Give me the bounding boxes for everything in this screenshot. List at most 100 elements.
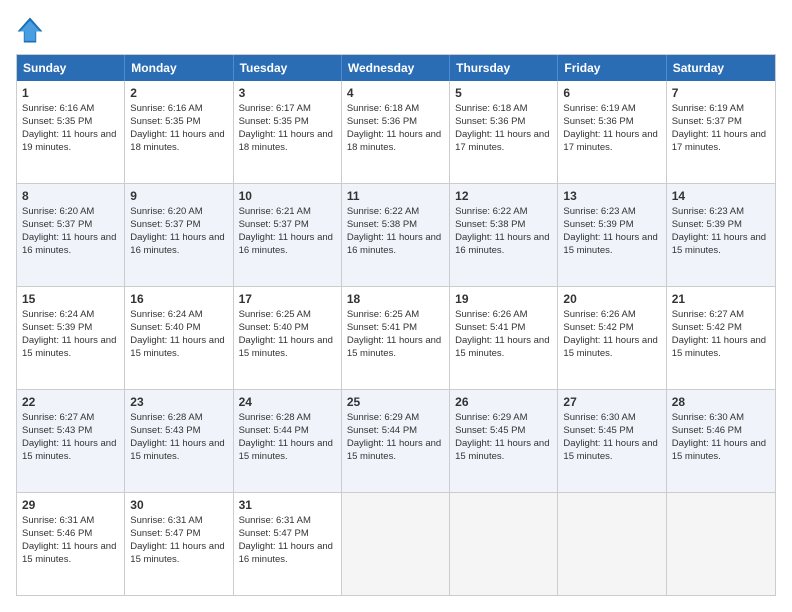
calendar-cell: 26Sunrise: 6:29 AMSunset: 5:45 PMDayligh… (450, 390, 558, 492)
daylight-label: Daylight: 11 hours and 19 minutes. (22, 129, 116, 153)
day-number: 4 (347, 85, 444, 101)
sunset-label: Sunset: 5:39 PM (563, 219, 633, 230)
sunset-label: Sunset: 5:44 PM (347, 425, 417, 436)
day-number: 26 (455, 394, 552, 410)
calendar-cell: 20Sunrise: 6:26 AMSunset: 5:42 PMDayligh… (558, 287, 666, 389)
sunrise-label: Sunrise: 6:30 AM (672, 412, 744, 423)
daylight-label: Daylight: 11 hours and 15 minutes. (239, 438, 333, 462)
daylight-label: Daylight: 11 hours and 16 minutes. (130, 232, 224, 256)
day-number: 5 (455, 85, 552, 101)
sunset-label: Sunset: 5:35 PM (239, 116, 309, 127)
daylight-label: Daylight: 11 hours and 15 minutes. (563, 438, 657, 462)
header-cell-saturday: Saturday (667, 55, 775, 81)
day-number: 12 (455, 188, 552, 204)
day-number: 31 (239, 497, 336, 513)
daylight-label: Daylight: 11 hours and 15 minutes. (22, 541, 116, 565)
header-cell-thursday: Thursday (450, 55, 558, 81)
day-number: 1 (22, 85, 119, 101)
calendar-cell: 6Sunrise: 6:19 AMSunset: 5:36 PMDaylight… (558, 81, 666, 183)
daylight-label: Daylight: 11 hours and 16 minutes. (239, 232, 333, 256)
sunset-label: Sunset: 5:37 PM (130, 219, 200, 230)
calendar-cell: 4 Sunrise: 6:18 AM Sunset: 5:36 PM Daylight… (342, 81, 450, 183)
sunset-label: Sunset: 5:36 PM (563, 116, 633, 127)
day-number: 16 (130, 291, 227, 307)
sunrise-label: Sunrise: 6:17 AM (239, 103, 311, 114)
sunrise-label: Sunrise: 6:27 AM (672, 309, 744, 320)
day-number: 11 (347, 188, 444, 204)
header-cell-monday: Monday (125, 55, 233, 81)
sunrise-label: Sunrise: 6:19 AM (672, 103, 744, 114)
sunset-label: Sunset: 5:43 PM (22, 425, 92, 436)
calendar-cell: 2Sunrise: 6:16 AMSunset: 5:35 PMDaylight… (125, 81, 233, 183)
daylight-label: Daylight: 11 hours and 16 minutes. (239, 541, 333, 565)
daylight-label: Daylight: 11 hours and 17 minutes. (563, 129, 657, 153)
sunrise-label: Sunrise: 6:23 AM (672, 206, 744, 217)
calendar-cell: 23Sunrise: 6:28 AMSunset: 5:43 PMDayligh… (125, 390, 233, 492)
sunrise-label: Sunrise: 6:26 AM (563, 309, 635, 320)
daylight-label: Daylight: 11 hours and 15 minutes. (130, 335, 224, 359)
sunset-label: Sunset: 5:37 PM (672, 116, 742, 127)
day-number: 29 (22, 497, 119, 513)
daylight-label: Daylight: 11 hours and 17 minutes. (455, 129, 549, 153)
calendar-cell: 13Sunrise: 6:23 AMSunset: 5:39 PMDayligh… (558, 184, 666, 286)
header-cell-wednesday: Wednesday (342, 55, 450, 81)
daylight-label: Daylight: 11 hours and 18 minutes. (239, 129, 333, 153)
calendar-cell: 7Sunrise: 6:19 AMSunset: 5:37 PMDaylight… (667, 81, 775, 183)
daylight-label: Daylight: 11 hours and 15 minutes. (347, 335, 441, 359)
sunrise-label: Sunrise: 6:24 AM (130, 309, 202, 320)
calendar-cell: 12Sunrise: 6:22 AMSunset: 5:38 PMDayligh… (450, 184, 558, 286)
day-number: 21 (672, 291, 770, 307)
day-number: 22 (22, 394, 119, 410)
sunrise-label: Sunrise: 6:28 AM (239, 412, 311, 423)
sunset-label: Sunset: 5:36 PM (455, 116, 525, 127)
daylight-label: Daylight: 11 hours and 18 minutes. (347, 129, 441, 153)
sunset-label: Sunset: 5:45 PM (455, 425, 525, 436)
day-number: 23 (130, 394, 227, 410)
logo-icon (16, 16, 44, 44)
day-number: 30 (130, 497, 227, 513)
calendar-cell: 10Sunrise: 6:21 AMSunset: 5:37 PMDayligh… (234, 184, 342, 286)
sunset-label: Sunset: 5:37 PM (22, 219, 92, 230)
calendar-cell: 27Sunrise: 6:30 AMSunset: 5:45 PMDayligh… (558, 390, 666, 492)
sunset-label: Sunset: 5:40 PM (239, 322, 309, 333)
daylight-label: Daylight: 11 hours and 17 minutes. (672, 129, 766, 153)
daylight-label: Daylight: 11 hours and 15 minutes. (22, 335, 116, 359)
calendar-cell: 16Sunrise: 6:24 AMSunset: 5:40 PMDayligh… (125, 287, 233, 389)
sunset-label: Sunset: 5:38 PM (455, 219, 525, 230)
calendar-cell: 5Sunrise: 6:18 AMSunset: 5:36 PMDaylight… (450, 81, 558, 183)
calendar-cell: 21Sunrise: 6:27 AMSunset: 5:42 PMDayligh… (667, 287, 775, 389)
day-number: 20 (563, 291, 660, 307)
daylight-label: Daylight: 11 hours and 15 minutes. (347, 438, 441, 462)
day-number: 8 (22, 188, 119, 204)
sunset-label: Sunset: 5:45 PM (563, 425, 633, 436)
calendar-cell: 9Sunrise: 6:20 AMSunset: 5:37 PMDaylight… (125, 184, 233, 286)
calendar-cell: 28Sunrise: 6:30 AMSunset: 5:46 PMDayligh… (667, 390, 775, 492)
sunrise-label: Sunrise: 6:20 AM (22, 206, 94, 217)
calendar-cell: 29Sunrise: 6:31 AMSunset: 5:46 PMDayligh… (17, 493, 125, 595)
sunset-label: Sunset: 5:44 PM (239, 425, 309, 436)
sunset-label: Sunset: 5:36 PM (347, 116, 417, 127)
sunset-label: Sunset: 5:42 PM (672, 322, 742, 333)
sunrise-label: Sunrise: 6:18 AM (347, 103, 419, 114)
header (16, 16, 776, 44)
sunrise-label: Sunrise: 6:30 AM (563, 412, 635, 423)
daylight-label: Daylight: 11 hours and 16 minutes. (455, 232, 549, 256)
page: SundayMondayTuesdayWednesdayThursdayFrid… (0, 0, 792, 612)
sunset-label: Sunset: 5:38 PM (347, 219, 417, 230)
sunset-label: Sunset: 5:35 PM (22, 116, 92, 127)
sunset-label: Sunset: 5:39 PM (672, 219, 742, 230)
calendar-cell: 22Sunrise: 6:27 AMSunset: 5:43 PMDayligh… (17, 390, 125, 492)
sunrise-label: Sunrise: 6:27 AM (22, 412, 94, 423)
sunrise-label: Sunrise: 6:31 AM (130, 515, 202, 526)
daylight-label: Daylight: 11 hours and 15 minutes. (239, 335, 333, 359)
calendar-week-5: 29Sunrise: 6:31 AMSunset: 5:46 PMDayligh… (17, 493, 775, 595)
calendar-cell: 17Sunrise: 6:25 AMSunset: 5:40 PMDayligh… (234, 287, 342, 389)
calendar-cell: 25Sunrise: 6:29 AMSunset: 5:44 PMDayligh… (342, 390, 450, 492)
header-cell-sunday: Sunday (17, 55, 125, 81)
daylight-label: Daylight: 11 hours and 15 minutes. (455, 335, 549, 359)
day-number: 24 (239, 394, 336, 410)
sunrise-label: Sunrise: 6:26 AM (455, 309, 527, 320)
calendar-cell: 1Sunrise: 6:16 AMSunset: 5:35 PMDaylight… (17, 81, 125, 183)
sunset-label: Sunset: 5:42 PM (563, 322, 633, 333)
day-number: 18 (347, 291, 444, 307)
